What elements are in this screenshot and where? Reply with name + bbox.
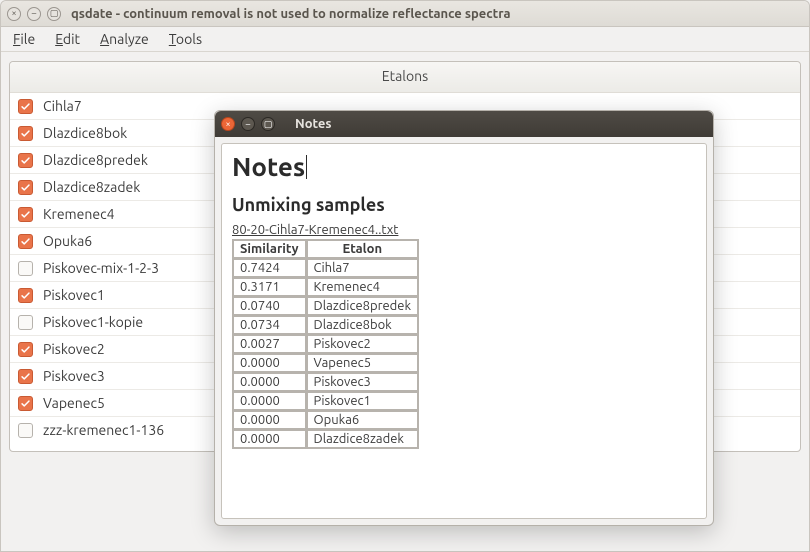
- table-row: 0.0000Piskovec3: [233, 373, 418, 391]
- notes-window: × – ▢ Notes Notes Unmixing samples 80-20…: [214, 110, 714, 526]
- etalon-cell: Opuka6: [307, 411, 418, 429]
- checkbox[interactable]: [18, 234, 33, 249]
- table-row: 0.0027Piskovec2: [233, 335, 418, 353]
- etalon-label: Piskovec1-kopie: [43, 314, 143, 330]
- window-controls: × – ▢: [7, 7, 61, 21]
- etalon-label: Dlazdice8predek: [43, 152, 148, 168]
- checkbox[interactable]: [18, 396, 33, 411]
- checkbox[interactable]: [18, 99, 33, 114]
- table-row: 0.0000Opuka6: [233, 411, 418, 429]
- notes-window-title: Notes: [295, 117, 332, 131]
- menu-tools[interactable]: Tools: [161, 28, 210, 50]
- similarity-cell: 0.0000: [233, 354, 306, 372]
- window-title: qsdate - continuum removal is not used t…: [71, 7, 511, 21]
- etalon-cell: Cihla7: [307, 259, 418, 277]
- minimize-icon[interactable]: –: [241, 117, 255, 131]
- similarity-table: Similarity Etalon 0.7424Cihla70.3171Krem…: [232, 239, 419, 449]
- notes-window-controls: × – ▢: [221, 117, 275, 131]
- table-row: 0.0740Dlazdice8predek: [233, 297, 418, 315]
- etalon-label: Piskovec-mix-1-2-3: [43, 260, 159, 276]
- minimize-icon[interactable]: –: [27, 7, 41, 21]
- checkbox[interactable]: [18, 315, 33, 330]
- menubar: File Edit Analyze Tools: [1, 27, 809, 52]
- etalon-label: Cihla7: [43, 98, 82, 114]
- col-header-similarity: Similarity: [233, 240, 306, 258]
- etalon-cell: Piskovec2: [307, 335, 418, 353]
- similarity-cell: 0.0000: [233, 392, 306, 410]
- checkbox[interactable]: [18, 423, 33, 438]
- menu-edit[interactable]: Edit: [47, 28, 88, 50]
- etalon-cell: Dlazdice8bok: [307, 316, 418, 334]
- notes-titlebar[interactable]: × – ▢ Notes: [215, 111, 713, 137]
- table-row: 0.7424Cihla7: [233, 259, 418, 277]
- checkbox[interactable]: [18, 342, 33, 357]
- etalon-cell: Piskovec1: [307, 392, 418, 410]
- checkbox[interactable]: [18, 369, 33, 384]
- notes-body[interactable]: Notes Unmixing samples 80-20-Cihla7-Krem…: [221, 143, 707, 519]
- close-icon[interactable]: ×: [7, 7, 21, 21]
- similarity-cell: 0.0000: [233, 373, 306, 391]
- table-row: 0.3171Kremenec4: [233, 278, 418, 296]
- etalon-cell: Piskovec3: [307, 373, 418, 391]
- notes-filename: 80-20-Cihla7-Kremenec4..txt: [232, 223, 696, 237]
- etalon-label: Vapenec5: [43, 395, 105, 411]
- col-header-etalon: Etalon: [307, 240, 418, 258]
- etalon-cell: Dlazdice8zadek: [307, 430, 418, 448]
- maximize-icon[interactable]: ▢: [261, 117, 275, 131]
- etalon-label: Dlazdice8bok: [43, 125, 127, 141]
- etalon-label: Piskovec3: [43, 368, 105, 384]
- close-icon[interactable]: ×: [221, 117, 235, 131]
- table-row: 0.0000Piskovec1: [233, 392, 418, 410]
- menu-file[interactable]: File: [5, 28, 43, 50]
- etalon-label: Opuka6: [43, 233, 92, 249]
- etalon-cell: Kremenec4: [307, 278, 418, 296]
- etalon-label: Kremenec4: [43, 206, 114, 222]
- checkbox[interactable]: [18, 153, 33, 168]
- checkbox[interactable]: [18, 207, 33, 222]
- checkbox[interactable]: [18, 126, 33, 141]
- checkbox[interactable]: [18, 288, 33, 303]
- checkbox[interactable]: [18, 180, 33, 195]
- etalon-cell: Vapenec5: [307, 354, 418, 372]
- etalon-cell: Dlazdice8predek: [307, 297, 418, 315]
- similarity-cell: 0.0734: [233, 316, 306, 334]
- table-row: 0.0000Vapenec5: [233, 354, 418, 372]
- similarity-cell: 0.0000: [233, 411, 306, 429]
- similarity-cell: 0.0000: [233, 430, 306, 448]
- similarity-cell: 0.7424: [233, 259, 306, 277]
- notes-heading: Notes: [232, 152, 305, 181]
- etalon-label: Piskovec1: [43, 287, 105, 303]
- text-cursor-icon: [306, 155, 307, 179]
- etalon-label: zzz-kremenec1-136: [43, 422, 164, 438]
- checkbox[interactable]: [18, 261, 33, 276]
- maximize-icon[interactable]: ▢: [47, 7, 61, 21]
- notes-subheading: Unmixing samples: [232, 195, 696, 215]
- similarity-cell: 0.3171: [233, 278, 306, 296]
- similarity-cell: 0.0740: [233, 297, 306, 315]
- table-row: 0.0000Dlazdice8zadek: [233, 430, 418, 448]
- etalon-label: Piskovec2: [43, 341, 105, 357]
- menu-analyze[interactable]: Analyze: [92, 28, 157, 50]
- table-row: 0.0734Dlazdice8bok: [233, 316, 418, 334]
- etalon-label: Dlazdice8zadek: [43, 179, 140, 195]
- similarity-cell: 0.0027: [233, 335, 306, 353]
- etalons-header: Etalons: [10, 62, 800, 93]
- main-titlebar: × – ▢ qsdate - continuum removal is not …: [1, 1, 809, 27]
